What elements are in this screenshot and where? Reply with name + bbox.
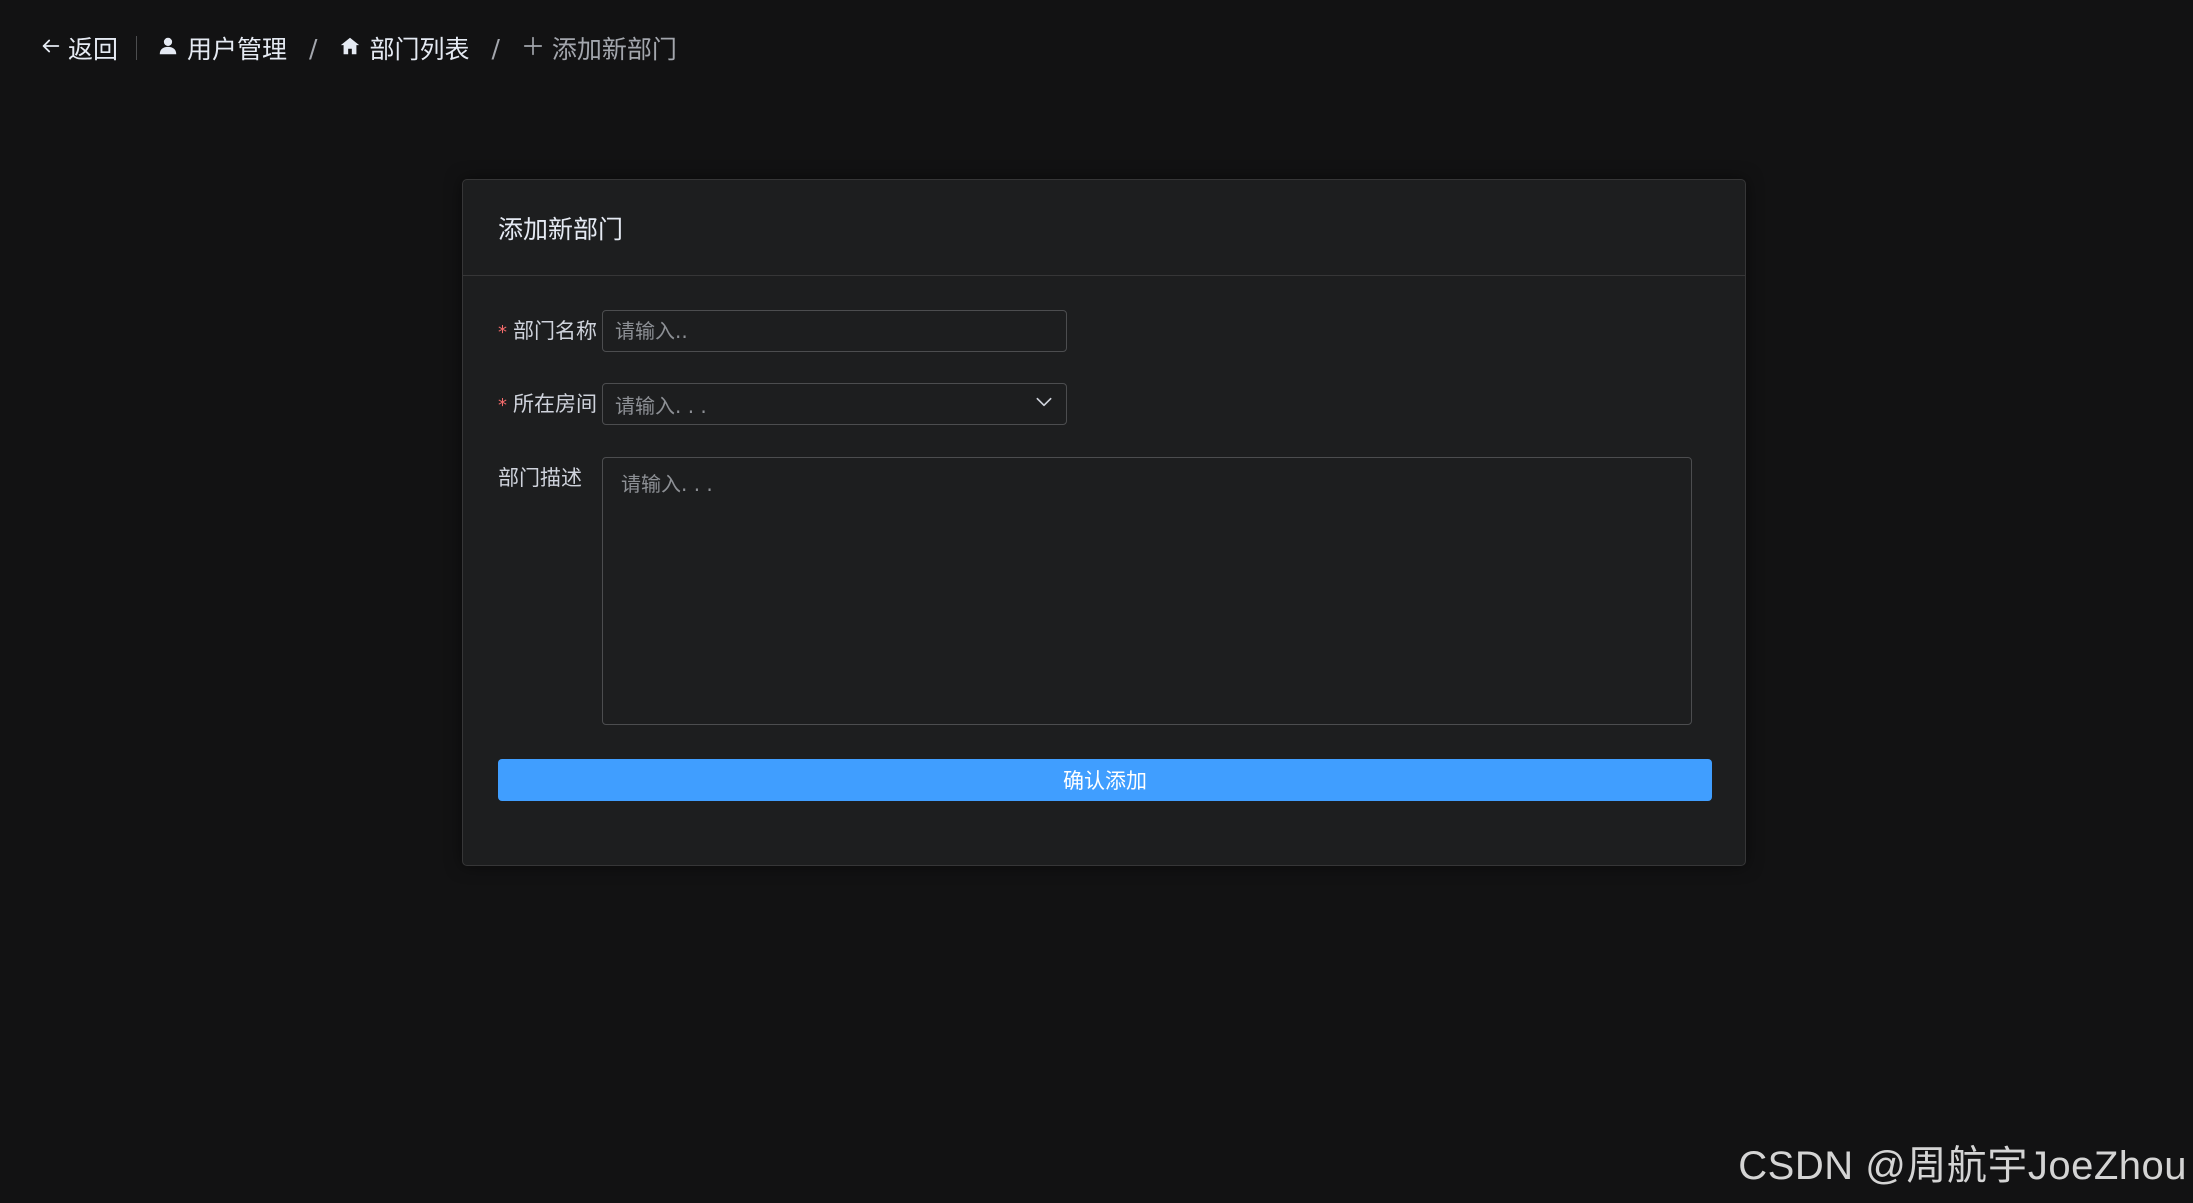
breadcrumb-separator: / xyxy=(491,33,500,63)
breadcrumb-label: 部门列表 xyxy=(369,35,470,64)
page-header: 返回 用户管理 / 部门列表 / 添加新部门 xyxy=(40,26,677,70)
room-label: * 所在房间 xyxy=(498,392,597,416)
breadcrumb-add-department: 添加新部门 xyxy=(522,30,677,66)
chevron-down-icon xyxy=(1034,392,1054,416)
card-title: 添加新部门 xyxy=(498,214,624,244)
home-icon xyxy=(339,34,369,63)
required-star: * xyxy=(498,322,507,343)
add-department-card: 添加新部门 *部门名称 *所在房间 请输入. . . xyxy=(462,179,1746,866)
form-row-description: 部门描述 xyxy=(498,457,1692,725)
description-label: 部门描述 xyxy=(498,466,582,490)
required-star: * xyxy=(498,395,507,416)
breadcrumb-separator: / xyxy=(309,33,318,63)
breadcrumb-label: 用户管理 xyxy=(187,35,288,64)
room-select-placeholder: 请输入. . . xyxy=(615,393,707,418)
room-select[interactable]: 请输入. . . xyxy=(602,383,1067,425)
description-textarea[interactable] xyxy=(602,457,1692,725)
back-label: 返回 xyxy=(68,35,119,64)
form-row-room: * 所在房间 请输入. . . xyxy=(498,383,1067,425)
user-icon xyxy=(157,34,187,63)
breadcrumb-user-management[interactable]: 用户管理 xyxy=(157,30,287,66)
watermark: CSDN @周航宇JoeZhou xyxy=(1738,1144,2187,1188)
form-row-dept-name: * 部门名称 xyxy=(498,310,1067,352)
confirm-add-button[interactable]: 确认添加 xyxy=(498,759,1712,801)
dept-name-label: * 部门名称 xyxy=(498,319,597,343)
card-header: 添加新部门 xyxy=(463,180,1745,276)
dept-name-input[interactable] xyxy=(602,310,1067,352)
back-button[interactable]: 返回 xyxy=(40,30,118,66)
breadcrumb-department-list[interactable]: 部门列表 xyxy=(339,30,469,66)
breadcrumb-label: 添加新部门 xyxy=(551,35,677,64)
page: 返回 用户管理 / 部门列表 / 添加新部门 添加新部门 * 部门名称 请输入.… xyxy=(0,0,2193,1203)
plus-icon xyxy=(522,34,552,63)
header-divider xyxy=(136,36,138,60)
arrow-left-icon xyxy=(40,34,68,63)
